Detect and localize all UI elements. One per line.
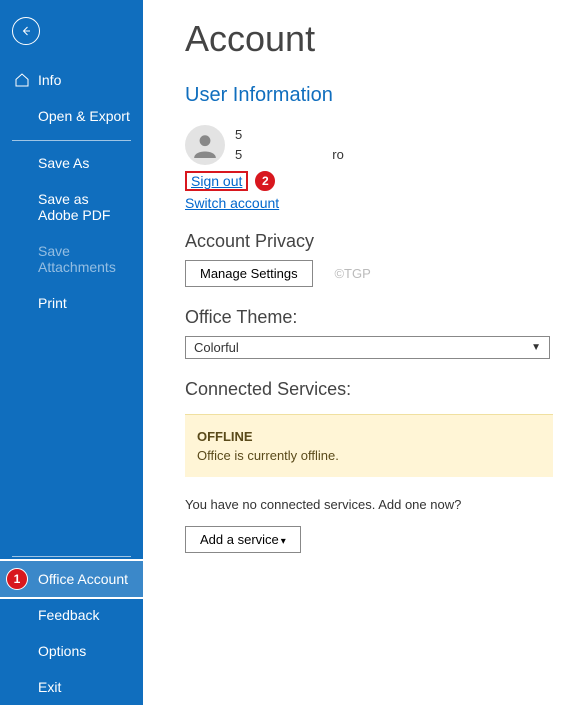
user-information-header: User Information xyxy=(185,84,560,107)
sidebar-item-open-export[interactable]: Open & Export xyxy=(0,98,143,134)
backstage-sidebar: Info Open & Export Save As Save as Adobe… xyxy=(0,0,143,705)
office-theme-value: Colorful xyxy=(194,340,239,355)
sidebar-label-feedback: Feedback xyxy=(38,607,99,623)
manage-settings-button[interactable]: Manage Settings xyxy=(185,260,313,287)
offline-banner: OFFLINE Office is currently offline. xyxy=(185,414,553,477)
sidebar-separator xyxy=(12,140,131,141)
switch-account-link[interactable]: Switch account xyxy=(185,195,279,211)
sidebar-item-feedback[interactable]: Feedback xyxy=(0,597,143,633)
sidebar-separator-bottom xyxy=(12,556,131,557)
sidebar-label-save-adobe: Save as Adobe PDF xyxy=(38,191,131,223)
office-theme-header: Office Theme: xyxy=(185,307,560,328)
sidebar-item-save-as[interactable]: Save As xyxy=(0,145,143,181)
back-button[interactable] xyxy=(12,17,40,45)
sidebar-item-exit[interactable]: Exit xyxy=(0,669,143,705)
office-theme-select[interactable]: Colorful ▼ xyxy=(185,336,550,359)
chevron-down-icon: ▾ xyxy=(281,536,286,547)
sidebar-item-print[interactable]: Print xyxy=(0,285,143,321)
sign-out-link[interactable]: Sign out xyxy=(185,171,248,191)
sidebar-label-save-as: Save As xyxy=(38,155,89,171)
home-icon xyxy=(14,72,30,88)
watermark-text: ©TGP xyxy=(334,266,370,281)
sidebar-spacer xyxy=(0,321,143,550)
sidebar-label-options: Options xyxy=(38,643,86,659)
person-icon xyxy=(192,132,218,158)
sidebar-item-info[interactable]: Info xyxy=(0,62,143,98)
user-email: 5ro xyxy=(235,145,344,165)
manage-settings-row: Manage Settings ©TGP xyxy=(185,260,560,287)
back-button-row xyxy=(0,0,143,62)
sidebar-item-save-adobe[interactable]: Save as Adobe PDF xyxy=(0,181,143,233)
sidebar-item-office-account[interactable]: 1 Office Account xyxy=(0,559,143,599)
sidebar-label-save-attachments: Save Attachments xyxy=(38,243,131,275)
avatar xyxy=(185,125,225,165)
user-row: 5 5ro xyxy=(185,125,560,165)
arrow-left-icon xyxy=(20,25,32,37)
sidebar-label-print: Print xyxy=(38,295,67,311)
no-connected-services-text: You have no connected services. Add one … xyxy=(185,497,560,512)
sidebar-label-info: Info xyxy=(38,72,61,88)
user-display-name: 5 xyxy=(235,125,344,145)
sidebar-label-exit: Exit xyxy=(38,679,61,695)
switch-account-row: Switch account xyxy=(185,195,560,211)
page-title: Account xyxy=(185,18,560,60)
offline-message: Office is currently offline. xyxy=(197,448,541,463)
sign-out-row: Sign out 2 xyxy=(185,171,560,191)
sign-out-highlight: Sign out 2 xyxy=(185,171,248,191)
content-pane: Account User Information 5 5ro Sign out … xyxy=(143,0,584,705)
offline-title: OFFLINE xyxy=(197,429,541,444)
annotation-badge-1: 1 xyxy=(6,568,28,590)
sidebar-label-office-account: Office Account xyxy=(38,571,128,587)
annotation-badge-2: 2 xyxy=(254,170,276,192)
account-privacy-header: Account Privacy xyxy=(185,231,560,252)
user-lines: 5 5ro xyxy=(235,125,344,164)
sidebar-label-open-export: Open & Export xyxy=(38,108,130,124)
connected-services-header: Connected Services: xyxy=(185,379,560,400)
sidebar-item-options[interactable]: Options xyxy=(0,633,143,669)
add-service-label: Add a service xyxy=(200,532,279,547)
sidebar-item-save-attachments: Save Attachments xyxy=(0,233,143,285)
add-service-button[interactable]: Add a service▾ xyxy=(185,526,301,553)
chevron-down-icon: ▼ xyxy=(531,342,541,353)
